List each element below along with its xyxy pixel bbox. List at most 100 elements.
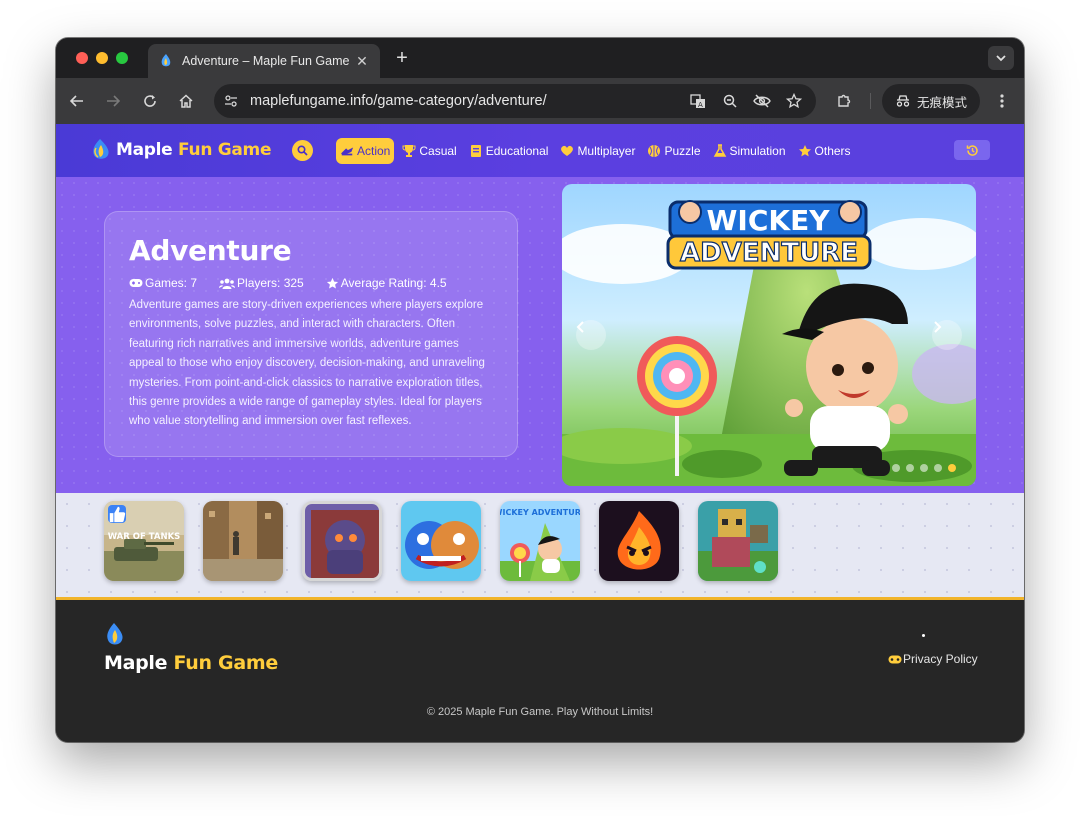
close-tab-icon[interactable]: ✕	[354, 53, 370, 70]
search-button[interactable]	[292, 140, 313, 161]
average-rating-label: Average Rating: 4.5	[340, 276, 447, 290]
history-button[interactable]	[954, 140, 990, 160]
incognito-label: 无痕模式	[916, 95, 967, 110]
category-nav: Action Casual Educational Multiplayer Pu…	[336, 138, 859, 164]
players-count: Players: 325	[219, 276, 304, 290]
category-info-card: Adventure Games: 7 Players: 325 Average …	[104, 211, 518, 457]
incognito-badge[interactable]: 无痕模式	[882, 84, 980, 118]
close-window-button[interactable]	[76, 52, 88, 64]
slide-title-line2: ADVENTURE	[680, 238, 858, 268]
game-thumb-city-shooter[interactable]	[203, 501, 283, 581]
more-menu-icon[interactable]	[991, 90, 1013, 112]
eye-off-icon[interactable]	[752, 91, 772, 111]
nav-item-puzzle[interactable]: Puzzle	[643, 138, 704, 164]
star-icon	[798, 144, 812, 158]
bookmark-star-icon[interactable]	[784, 91, 804, 111]
forward-arrow-icon[interactable]	[102, 90, 124, 112]
heart-icon	[560, 144, 574, 158]
game-thumbnails: WAR OF TANKS WICKEY ADVENTURE	[56, 493, 1024, 597]
flask-icon	[713, 144, 727, 158]
footer-dot	[922, 634, 925, 637]
game-thumb-huggy-monster[interactable]	[401, 501, 481, 581]
site-header: Maple Fun Game Action Casual Educational	[56, 124, 1024, 177]
back-arrow-icon[interactable]	[66, 90, 88, 112]
nav-item-action[interactable]: Action	[336, 138, 395, 164]
maple-logo-icon	[93, 139, 109, 159]
extensions-puzzle-icon[interactable]	[833, 90, 855, 112]
games-count-label: Games: 7	[145, 276, 198, 290]
category-stats: Games: 7 Players: 325 Average Rating: 4.…	[129, 276, 493, 290]
minimize-window-button[interactable]	[96, 52, 108, 64]
incognito-icon	[896, 95, 910, 107]
category-hero: Adventure Games: 7 Players: 325 Average …	[56, 177, 1024, 493]
slider-dot[interactable]	[892, 464, 900, 472]
search-icon	[297, 145, 308, 156]
slider-dot[interactable]	[948, 464, 956, 472]
puzzle-icon	[647, 144, 661, 158]
trophy-icon	[402, 144, 416, 158]
tab-title: Adventure – Maple Fun Game	[182, 54, 350, 68]
nav-item-label: Simulation	[729, 144, 786, 158]
game-thumb-block-craft[interactable]	[698, 501, 778, 581]
reload-icon[interactable]	[139, 90, 161, 112]
thumb-caption: WICKEY ADVENTURE	[500, 508, 580, 517]
slider-prev-button[interactable]	[576, 320, 606, 350]
nav-item-label: Multiplayer	[577, 144, 636, 158]
slider-dot[interactable]	[934, 464, 942, 472]
maximize-window-button[interactable]	[116, 52, 128, 64]
zoom-icon[interactable]	[720, 91, 740, 111]
footer-brand[interactable]: Maple Fun Game	[104, 652, 278, 674]
game-thumb-war-of-tanks[interactable]: WAR OF TANKS	[104, 501, 184, 581]
footer-brand-main: Maple	[104, 652, 174, 674]
tab-search-chevron-icon[interactable]	[988, 46, 1014, 70]
gamepad-icon	[888, 655, 902, 664]
game-thumb-wickey-adventure[interactable]: WICKEY ADVENTURE	[500, 501, 580, 581]
star-icon	[326, 277, 339, 290]
nav-item-label: Casual	[419, 144, 457, 158]
tab-strip: Adventure – Maple Fun Game ✕ +	[56, 38, 1024, 78]
home-icon[interactable]	[175, 90, 197, 112]
nav-item-label: Action	[357, 144, 391, 158]
page-viewport: Maple Fun Game Action Casual Educational	[56, 124, 1024, 742]
browser-tab[interactable]: Adventure – Maple Fun Game ✕	[148, 44, 380, 78]
nav-item-simulation[interactable]: Simulation	[709, 138, 790, 164]
nav-item-casual[interactable]: Casual	[398, 138, 460, 164]
site-info-icon[interactable]	[220, 90, 242, 112]
toolbar-divider	[870, 93, 871, 109]
nav-item-educational[interactable]: Educational	[465, 138, 553, 164]
game-thumb-angry-fire[interactable]	[599, 501, 679, 581]
category-title: Adventure	[129, 234, 292, 267]
new-tab-icon[interactable]: +	[392, 48, 412, 68]
nav-item-others[interactable]: Others	[794, 138, 855, 164]
chevron-right-icon	[934, 321, 942, 333]
slider-next-button[interactable]	[932, 320, 962, 350]
history-icon	[966, 144, 978, 156]
slide-title-logo: WICKEY ADVENTURE	[666, 200, 872, 270]
footer-brand-accent: Fun Game	[173, 652, 279, 674]
translate-icon[interactable]: A	[688, 91, 708, 111]
thumbs-up-icon	[109, 506, 126, 523]
users-icon	[219, 278, 236, 289]
logo-text: Maple Fun Game	[116, 140, 272, 160]
gamepad-icon	[129, 278, 143, 288]
privacy-policy-link[interactable]: Privacy Policy	[888, 652, 978, 666]
slider-dot[interactable]	[920, 464, 928, 472]
site-footer: Maple Fun Game Privacy Policy © 2025 Map…	[56, 597, 1024, 742]
logo-text-accent: Fun Game	[178, 140, 272, 160]
game-thumb-robot-mech[interactable]	[302, 501, 382, 581]
chevron-left-icon	[576, 321, 584, 333]
featured-slider[interactable]: WICKEY ADVENTURE	[562, 184, 976, 486]
nav-item-multiplayer[interactable]: Multiplayer	[556, 138, 639, 164]
like-badge	[108, 505, 126, 523]
copyright-text: © 2025 Maple Fun Game. Play Without Limi…	[426, 706, 654, 718]
games-count: Games: 7	[129, 276, 197, 290]
wickey-adventure-slide-image: WICKEY ADVENTURE	[562, 200, 976, 486]
logo-text-main: Maple	[116, 140, 179, 160]
address-bar[interactable]: maplefungame.info/game-category/adventur…	[214, 84, 816, 118]
slider-dot[interactable]	[906, 464, 914, 472]
site-logo[interactable]: Maple Fun Game	[90, 138, 272, 162]
nav-item-label: Educational	[485, 144, 549, 158]
svg-text:A: A	[698, 101, 703, 109]
book-icon	[469, 144, 483, 158]
privacy-policy-label: Privacy Policy	[903, 652, 978, 666]
